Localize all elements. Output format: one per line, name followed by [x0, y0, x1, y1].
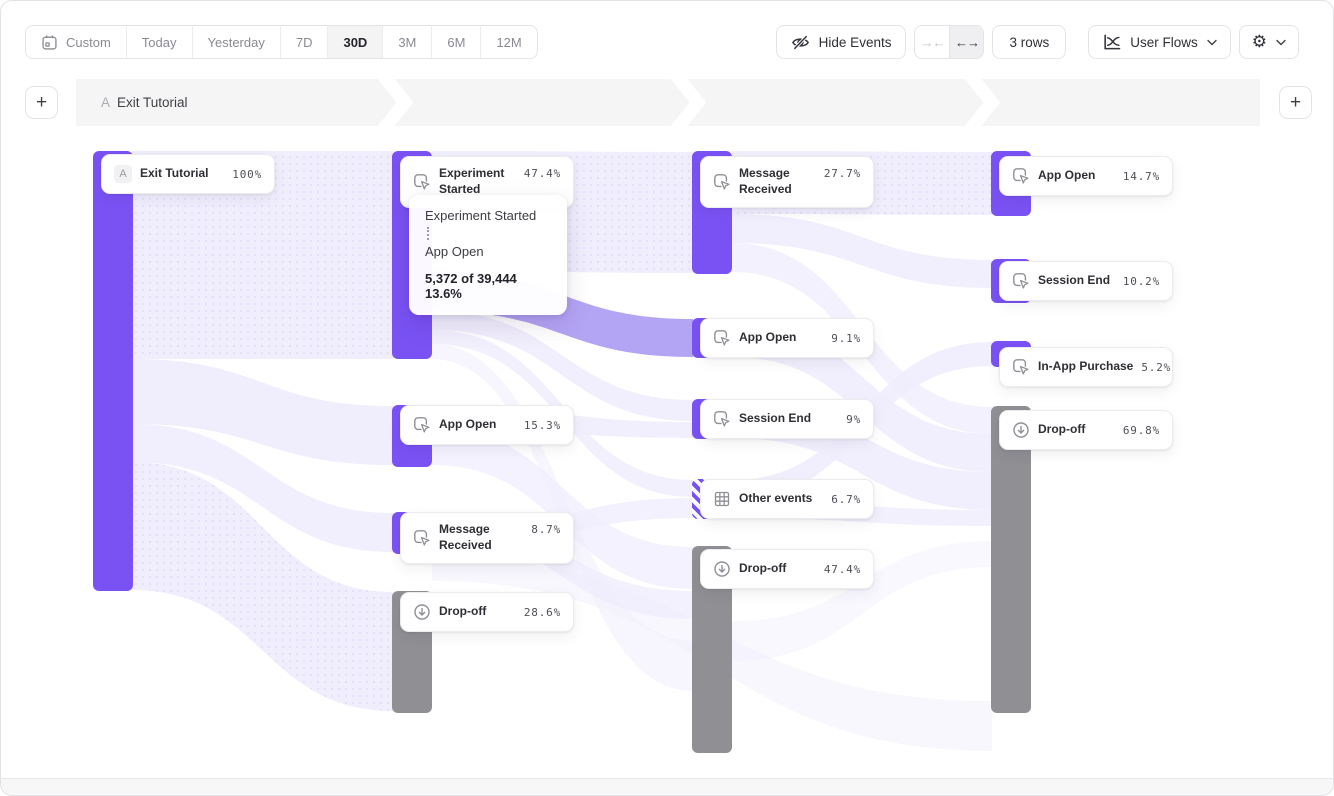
flow-node-dropoff-3[interactable]: Drop-off 47.4% [700, 549, 874, 589]
node-percent: 28.6% [524, 606, 561, 619]
event-click-icon [713, 410, 731, 428]
node-percent: 10.2% [1123, 275, 1160, 288]
node-label: In-App Purchase [1038, 359, 1133, 375]
node-percent: 27.7% [824, 167, 861, 180]
tooltip-stat: 5,372 of 39,444 13.6% [425, 271, 551, 301]
flow-node-message-received-2[interactable]: Message Received 8.7% [400, 512, 574, 564]
node-label: Session End [739, 411, 838, 427]
event-click-icon [1012, 272, 1030, 290]
node-label: App Open [439, 417, 516, 433]
flow-bar-dropoff-4[interactable] [991, 406, 1031, 713]
flow-link-tooltip: Experiment Started App Open 5,372 of 39,… [409, 195, 567, 315]
node-label: Message Received [439, 522, 523, 553]
flow-node-app-open-2[interactable]: App Open 15.3% [400, 405, 574, 445]
node-percent: 15.3% [524, 419, 561, 432]
node-label: Drop-off [439, 604, 516, 620]
flow-node-dropoff-4[interactable]: Drop-off 69.8% [999, 410, 1173, 450]
node-percent: 9% [846, 413, 861, 426]
flow-node-dropoff-2[interactable]: Drop-off 28.6% [400, 592, 574, 632]
event-click-icon [1012, 167, 1030, 185]
node-percent: 14.7% [1123, 170, 1160, 183]
flow-bar-exit-tutorial[interactable] [93, 151, 133, 591]
event-click-icon [413, 416, 431, 434]
node-label: Session End [1038, 273, 1115, 289]
node-percent: 9.1% [831, 332, 861, 345]
dropoff-icon [413, 603, 431, 621]
flow-node-other-events-3[interactable]: Other events 6.7% [700, 479, 874, 519]
flow-node-message-received-3[interactable]: Message Received 27.7% [700, 156, 874, 208]
flow-node-app-open-4[interactable]: App Open 14.7% [999, 156, 1173, 196]
event-click-icon [713, 329, 731, 347]
flow-node-in-app-purchase-4[interactable]: In-App Purchase 5.2% [999, 347, 1173, 387]
node-percent: 47.4% [824, 563, 861, 576]
node-label: Drop-off [1038, 422, 1115, 438]
flow-node-session-end-4[interactable]: Session End 10.2% [999, 261, 1173, 301]
user-flows-app: Custom Today Yesterday 7D 30D 3M 6M 12M … [0, 0, 1334, 796]
node-label: Message Received [739, 166, 816, 197]
event-click-icon [413, 529, 431, 547]
flow-node-session-end-3[interactable]: Session End 9% [700, 399, 874, 439]
node-label: Experiment Started [439, 166, 516, 197]
dropoff-icon [1012, 421, 1030, 439]
node-percent: 5.2% [1141, 361, 1171, 374]
flow-node-app-open-3[interactable]: App Open 9.1% [700, 318, 874, 358]
node-percent: 100% [232, 168, 262, 181]
node-label: Other events [739, 491, 823, 507]
flow-node-exit-tutorial[interactable]: A Exit Tutorial 100% [101, 154, 275, 194]
node-percent: 47.4% [524, 167, 561, 180]
sankey-ribbons [1, 1, 1334, 796]
node-label: Drop-off [739, 561, 816, 577]
event-click-icon [1012, 358, 1030, 376]
tooltip-to-event: App Open [425, 244, 551, 259]
node-label: Exit Tutorial [140, 166, 224, 182]
tooltip-from-event: Experiment Started [425, 208, 551, 223]
node-label: App Open [1038, 168, 1115, 184]
node-label: App Open [739, 330, 823, 346]
event-click-icon [413, 173, 431, 191]
node-percent: 6.7% [831, 493, 861, 506]
grid-icon [713, 490, 731, 508]
node-percent: 8.7% [531, 523, 561, 536]
tooltip-connector-dots [427, 227, 429, 240]
event-click-icon [713, 173, 731, 191]
dropoff-icon [713, 560, 731, 578]
step-a-badge: A [114, 165, 132, 183]
node-percent: 69.8% [1123, 424, 1160, 437]
